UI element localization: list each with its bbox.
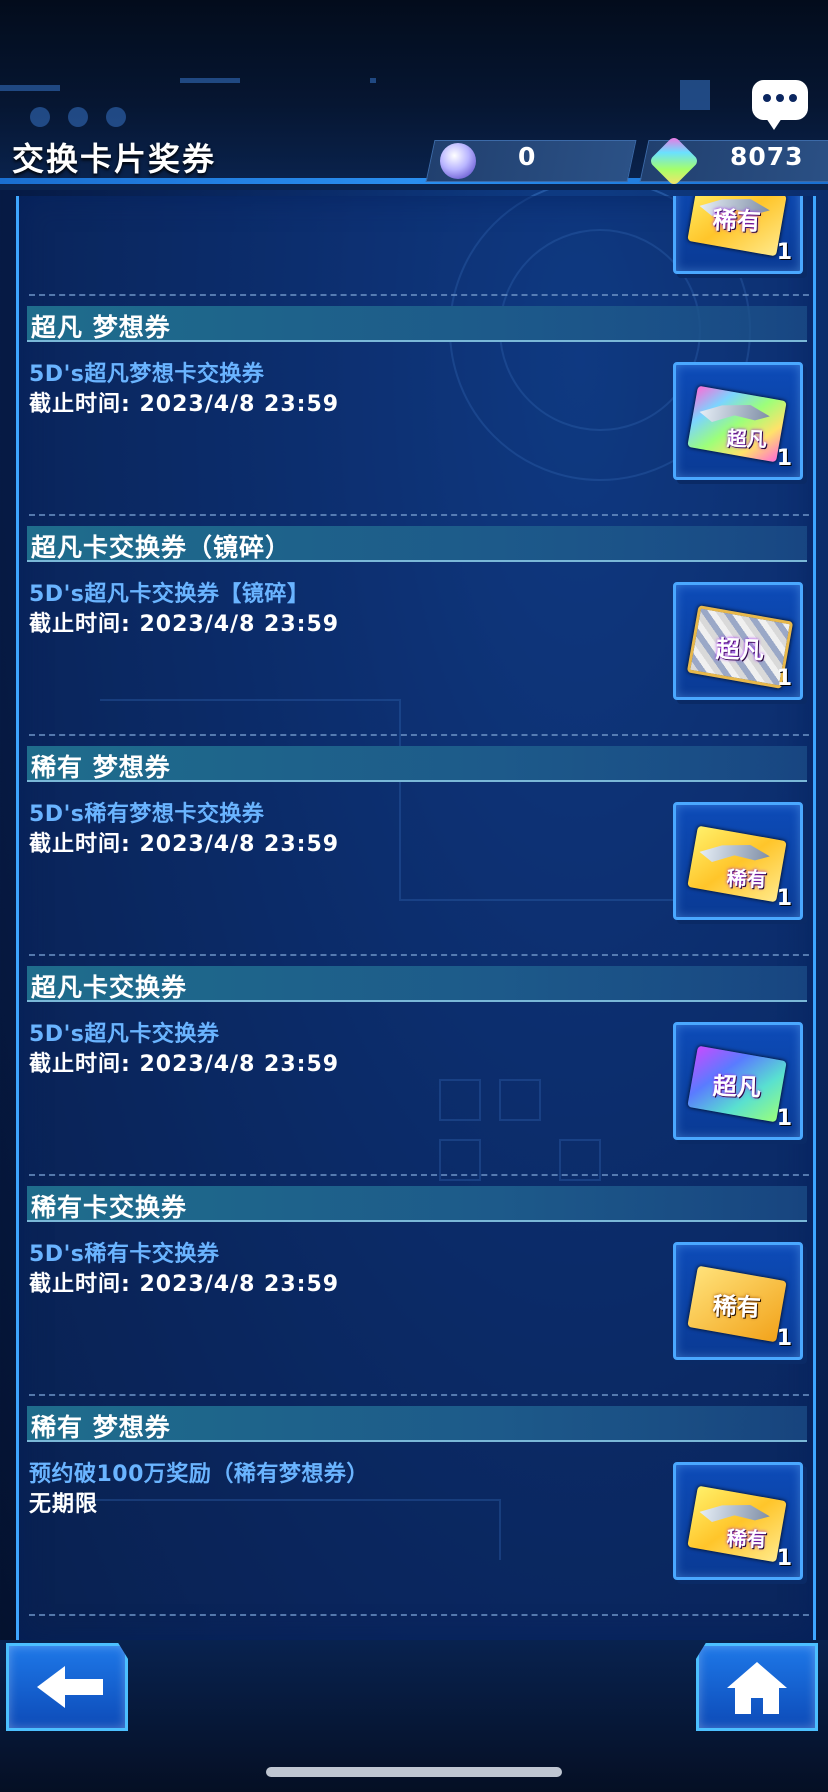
ticket-name: 预约破100万奖励（稀有梦想券） <box>29 1462 369 1487</box>
home-indicator[interactable] <box>266 1767 562 1777</box>
ticket-name: 5D's超凡梦想卡交换券 <box>29 362 265 387</box>
ticket-icon-rare-dream[interactable]: 稀有 1 <box>673 802 803 920</box>
divider <box>29 294 813 296</box>
rare-dream-ticket-art: 稀有 <box>687 1485 787 1563</box>
rare-ticket-art: 稀有 <box>687 196 787 257</box>
arrow-left-icon <box>37 1666 103 1708</box>
section-header: 稀有 梦想券 <box>27 1406 807 1442</box>
page-title: 交换卡片奖券 <box>12 140 217 178</box>
super-card-ticket-art: 超凡 <box>687 1045 787 1123</box>
ticket-name: 5D's稀有卡交换券 <box>29 1242 220 1267</box>
divider <box>29 1174 813 1176</box>
orb-count: 0 <box>518 142 536 171</box>
ticket-count: 1 <box>776 1106 792 1131</box>
home-button[interactable] <box>696 1643 818 1731</box>
super-dream-ticket-art: 超凡 <box>687 385 787 463</box>
home-icon <box>727 1662 787 1714</box>
ticket-deadline: 截止时间: 2023/4/8 23:59 <box>29 832 340 857</box>
rare-card-ticket-art: 稀有 <box>687 1265 787 1343</box>
section-header: 稀有卡交换券 <box>27 1186 807 1222</box>
section-header: 稀有 梦想券 <box>27 746 807 782</box>
ticket-icon-super-glass[interactable]: 超凡 1 <box>673 582 803 700</box>
ticket-deadline: 截止时间: 2023/4/8 23:59 <box>29 392 340 417</box>
ticket-icon-rare-dream-2[interactable]: 稀有 1 <box>673 1462 803 1580</box>
crystal-count: 8073 <box>730 142 804 171</box>
ticket-count: 1 <box>776 1546 792 1571</box>
ticket-count: 1 <box>776 666 792 691</box>
chat-button[interactable] <box>752 80 808 130</box>
ticket-count: 1 <box>776 886 792 911</box>
ticket-icon-super-card[interactable]: 超凡 1 <box>673 1022 803 1140</box>
section-header: 超凡卡交换券（镜碎） <box>27 526 807 562</box>
orb-icon <box>440 143 476 179</box>
divider <box>29 734 813 736</box>
divider <box>29 954 813 956</box>
ticket-name: 5D's超凡卡交换券【镜碎】 <box>29 582 310 607</box>
section-header: 超凡 梦想券 <box>27 306 807 342</box>
chat-icon <box>760 94 800 102</box>
ticket-list-panel[interactable]: 稀有 1 超凡 梦想券 5D's超凡梦想卡交换券 截止时间: 2023/4/8 … <box>16 196 816 1643</box>
ticket-deadline: 无期限 <box>29 1492 99 1517</box>
ticket-icon-rare-partial[interactable]: 稀有 1 <box>673 196 803 274</box>
ticket-name: 5D's稀有梦想卡交换券 <box>29 802 265 827</box>
divider <box>29 1394 813 1396</box>
ticket-count: 1 <box>776 240 792 265</box>
ticket-count: 1 <box>776 446 792 471</box>
divider <box>29 1614 813 1616</box>
rare-dream-ticket-art: 稀有 <box>687 825 787 903</box>
section-header: 超凡卡交换券 <box>27 966 807 1002</box>
header-circuit-decoration <box>0 78 710 127</box>
ticket-deadline: 截止时间: 2023/4/8 23:59 <box>29 1272 340 1297</box>
ticket-name: 5D's超凡卡交换券 <box>29 1022 220 1047</box>
divider <box>29 514 813 516</box>
ticket-deadline: 截止时间: 2023/4/8 23:59 <box>29 1052 340 1077</box>
back-button[interactable] <box>6 1643 128 1731</box>
ticket-count: 1 <box>776 1326 792 1351</box>
ticket-icon-rare-card[interactable]: 稀有 1 <box>673 1242 803 1360</box>
ticket-icon-super[interactable]: 超凡 1 <box>673 362 803 480</box>
ticket-deadline: 截止时间: 2023/4/8 23:59 <box>29 612 340 637</box>
